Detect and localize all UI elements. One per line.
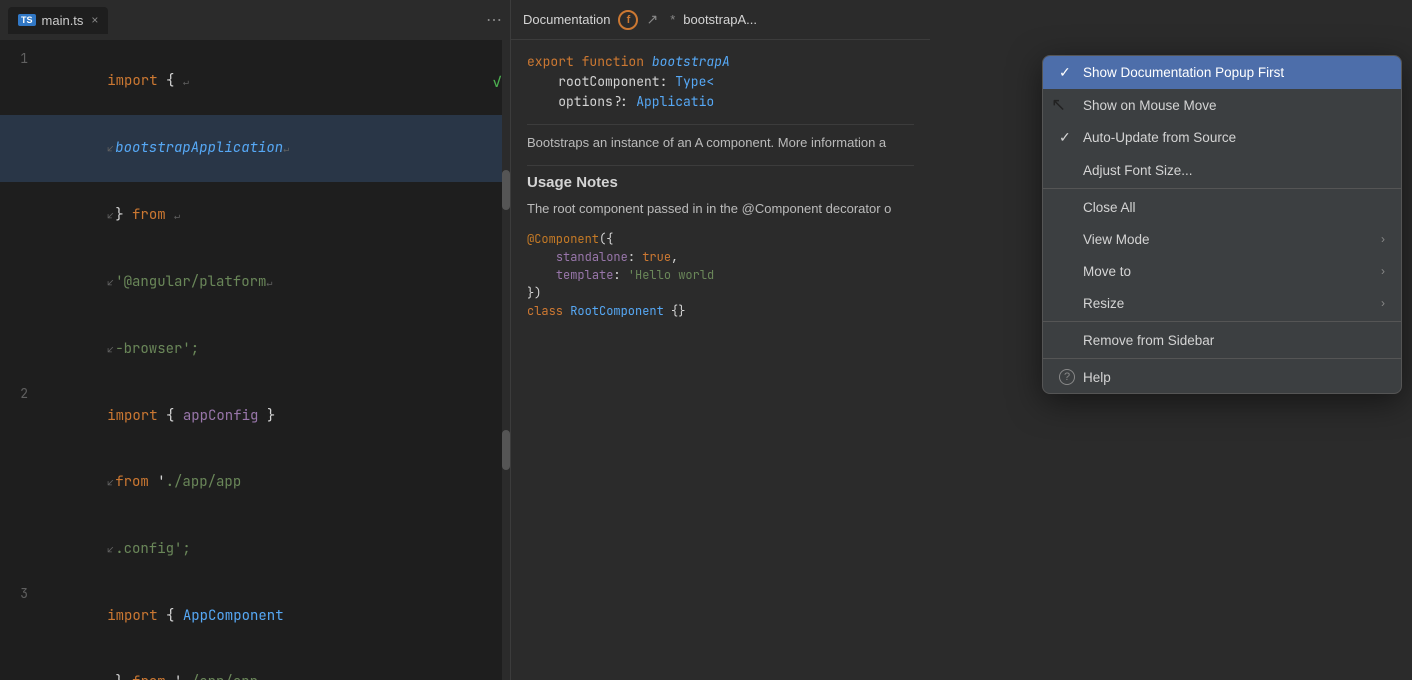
check-placeholder-remove <box>1059 332 1075 348</box>
code-editor[interactable]: 1 import { ↵ ✓ ↙bootstrapApplication↵ ↙}… <box>0 40 510 680</box>
menu-separator-1 <box>1043 188 1401 189</box>
menu-label-adjust-font-size: Adjust Font Size... <box>1083 163 1193 178</box>
editor-container: TS main.ts × ⋯ 1 import { ↵ ✓ ↙bootstrap… <box>0 0 510 680</box>
context-menu: ✓ Show Documentation Popup First Show on… <box>1042 55 1402 394</box>
doc-modified-indicator: * <box>670 12 675 27</box>
external-link-icon[interactable]: ↗ <box>646 11 658 28</box>
doc-panel-title: Documentation <box>523 12 610 27</box>
check-placeholder-font <box>1059 162 1075 178</box>
menu-label-help: Help <box>1083 370 1111 385</box>
menu-item-move-to[interactable]: Move to › <box>1043 255 1401 287</box>
line-content-1: import { ↵ <box>40 48 510 115</box>
scrollbar-thumb-1[interactable] <box>502 170 510 210</box>
doc-usage-text: The root component passed in in the @Com… <box>527 199 914 219</box>
menu-separator-2 <box>1043 321 1401 322</box>
doc-description: Bootstraps an instance of an A component… <box>527 133 914 153</box>
line-content-3: import { AppComponent <box>40 583 510 649</box>
line-content-2b: ↙from './app/app <box>40 449 510 516</box>
cursor-pointer-icon: ↖ <box>1051 95 1066 116</box>
doc-code-block: @Component({ standalone: true, template:… <box>527 230 914 320</box>
code-line-3b: ↙} from './app/app <box>0 649 510 680</box>
code-line-2c: ↙.config'; <box>0 516 510 583</box>
doc-content: export function bootstrapA rootComponent… <box>511 40 930 680</box>
menu-label-show-documentation-popup: Show Documentation Popup First <box>1083 65 1284 80</box>
checkmark-icon: ✓ <box>492 71 502 93</box>
doc-usage-title: Usage Notes <box>527 174 914 191</box>
menu-label-close-all: Close All <box>1083 200 1136 215</box>
doc-code-signature: export function bootstrapA rootComponent… <box>527 52 914 112</box>
tab-filename: main.ts <box>42 13 84 28</box>
doc-panel: Documentation f ↗ * bootstrapA... export… <box>510 0 930 680</box>
typescript-icon: TS <box>18 14 36 26</box>
check-placeholder-resize <box>1059 295 1075 311</box>
check-placeholder-view <box>1059 231 1075 247</box>
code-line-1b: ↙bootstrapApplication↵ <box>0 115 510 182</box>
code-line-1: 1 import { ↵ ✓ <box>0 48 510 115</box>
menu-item-show-on-mouse-move[interactable]: Show on Mouse Move ↖ <box>1043 89 1401 121</box>
code-line-1c: ↙} from ↵ <box>0 182 510 249</box>
line-content-2c: ↙.config'; <box>40 516 510 583</box>
menu-item-remove-from-sidebar[interactable]: Remove from Sidebar <box>1043 324 1401 356</box>
doc-separator-1 <box>527 124 914 125</box>
menu-label-resize: Resize <box>1083 296 1124 311</box>
tab-more-button[interactable]: ⋯ <box>486 10 502 30</box>
scrollbar-thumb-2[interactable] <box>502 430 510 470</box>
menu-item-close-all[interactable]: Close All <box>1043 191 1401 223</box>
code-line-3: 3 import { AppComponent <box>0 583 510 649</box>
line-number-1: 1 <box>0 48 40 70</box>
menu-label-move-to: Move to <box>1083 264 1131 279</box>
tab-close-button[interactable]: × <box>91 13 98 27</box>
line-content-3b: ↙} from './app/app <box>40 649 510 680</box>
code-line-2b: ↙from './app/app <box>0 449 510 516</box>
editor-scrollbar[interactable] <box>502 40 510 680</box>
submenu-arrow-resize: › <box>1381 296 1385 310</box>
menu-item-auto-update[interactable]: ✓ Auto-Update from Source <box>1043 121 1401 154</box>
menu-label-remove-from-sidebar: Remove from Sidebar <box>1083 333 1214 348</box>
tab-bar: TS main.ts × ⋯ <box>0 0 510 40</box>
line-content-1c: ↙} from ↵ <box>40 182 510 249</box>
menu-item-view-mode[interactable]: View Mode › <box>1043 223 1401 255</box>
menu-item-show-documentation-popup[interactable]: ✓ Show Documentation Popup First <box>1043 56 1401 89</box>
menu-item-adjust-font-size[interactable]: Adjust Font Size... <box>1043 154 1401 186</box>
checkmark-auto-update: ✓ <box>1059 129 1075 146</box>
doc-icon-f: f <box>618 10 638 30</box>
submenu-arrow-view-mode: › <box>1381 232 1385 246</box>
line-content-2: import { appConfig } <box>40 383 510 449</box>
line-number-3: 3 <box>0 583 40 605</box>
code-line-2: 2 import { appConfig } <box>0 383 510 449</box>
code-line-1e: ↙-browser'; <box>0 316 510 383</box>
line-content-1d: ↙'@angular/platform↵ <box>40 249 510 316</box>
checkmark-show-doc: ✓ <box>1059 64 1075 81</box>
line-content-1e: ↙-browser'; <box>40 316 510 383</box>
doc-tab-name: bootstrapA... <box>683 12 757 27</box>
menu-label-auto-update: Auto-Update from Source <box>1083 130 1236 145</box>
menu-label-view-mode: View Mode <box>1083 232 1150 247</box>
doc-header: Documentation f ↗ * bootstrapA... <box>511 0 930 40</box>
check-placeholder-close <box>1059 199 1075 215</box>
doc-separator-2 <box>527 165 914 166</box>
menu-label-show-on-mouse-move: Show on Mouse Move <box>1083 98 1217 113</box>
line-content-1b: ↙bootstrapApplication↵ <box>40 115 510 182</box>
line-number-2: 2 <box>0 383 40 405</box>
help-question-icon: ? <box>1059 369 1075 385</box>
code-line-1d: ↙'@angular/platform↵ <box>0 249 510 316</box>
submenu-arrow-move-to: › <box>1381 264 1385 278</box>
editor-tab-main-ts[interactable]: TS main.ts × <box>8 7 108 34</box>
check-placeholder-move <box>1059 263 1075 279</box>
menu-separator-3 <box>1043 358 1401 359</box>
menu-item-resize[interactable]: Resize › <box>1043 287 1401 319</box>
menu-item-help[interactable]: ? Help <box>1043 361 1401 393</box>
